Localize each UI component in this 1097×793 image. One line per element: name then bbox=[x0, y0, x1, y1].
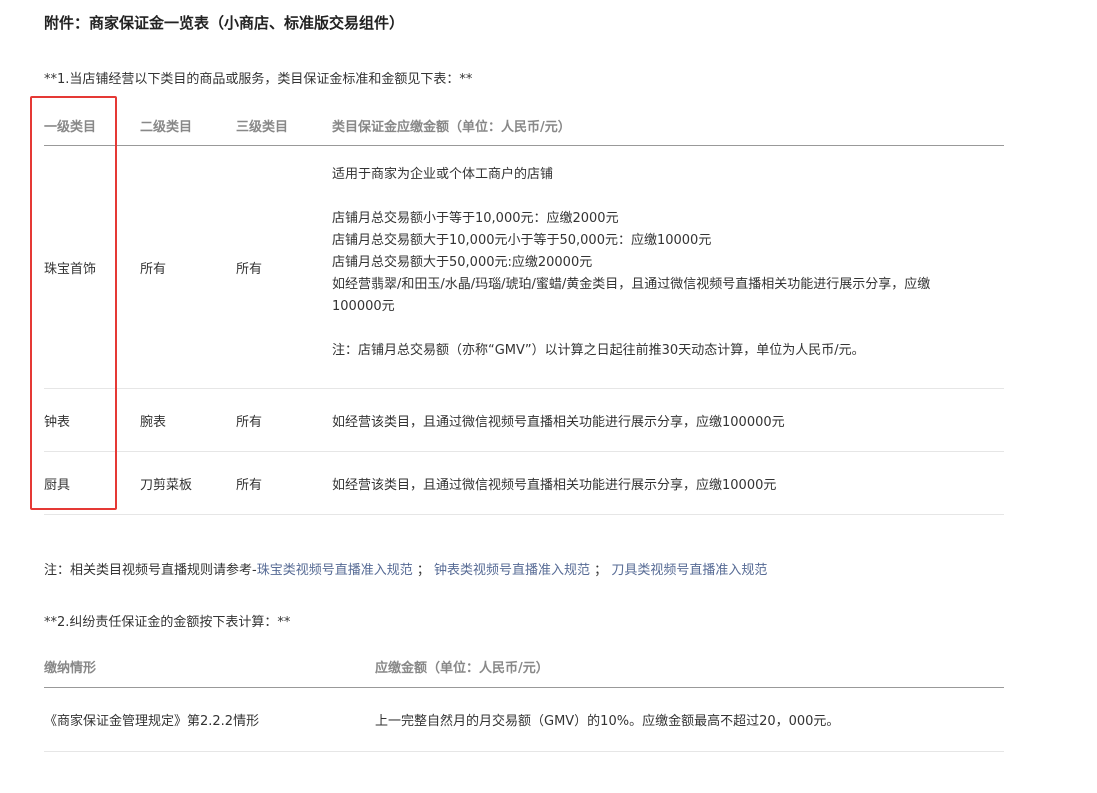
desc-line: 100000元 bbox=[332, 299, 395, 314]
cell-deposit-desc: 适用于商家为企业或个体工商户的店铺 店铺月总交易额小于等于10,000元：应缴2… bbox=[332, 164, 930, 362]
category-deposit-table: 一级类目 二级类目 三级类目 类目保证金应缴金额（单位：人民币/元） 珠宝首饰 … bbox=[44, 108, 1004, 515]
table-row: 厨具 刀剪菜板 所有 如经营该类目，且通过微信视频号直播相关功能进行展示分享，应… bbox=[44, 452, 1004, 515]
header-situation: 缴纳情形 bbox=[44, 661, 97, 676]
cell-level2: 所有 bbox=[140, 262, 167, 277]
page-title: 附件：商家保证金一览表（小商店、标准版交易组件） bbox=[44, 14, 405, 32]
cell-level3: 所有 bbox=[236, 478, 263, 493]
section2-intro: **2.纠纷责任保证金的金额按下表计算：** bbox=[44, 615, 291, 630]
cell-situation: 《商家保证金管理规定》第2.2.2情形 bbox=[44, 714, 260, 729]
desc-line: 注：店铺月总交易额（亦称“GMV”）以计算之日起往前推30天动态计算，单位为人民… bbox=[332, 343, 865, 358]
desc-line bbox=[332, 186, 930, 208]
live-rules-note: 注：相关类目视频号直播规则请参考-珠宝类视频号直播准入规范 ； 钟表类视频号直播… bbox=[44, 559, 767, 578]
section1-intro: **1.当店铺经营以下类目的商品或服务，类目保证金标准和金额见下表：** bbox=[44, 72, 473, 87]
note-prefix: 注：相关类目视频号直播规则请参考- bbox=[44, 563, 257, 578]
cell-deposit-desc: 如经营该类目，且通过微信视频号直播相关功能进行展示分享，应缴100000元 bbox=[332, 415, 785, 430]
desc-line: 店铺月总交易额大于10,000元小于等于50,000元：应缴10000元 bbox=[332, 233, 712, 248]
table-row: 珠宝首饰 所有 所有 适用于商家为企业或个体工商户的店铺 店铺月总交易额小于等于… bbox=[44, 146, 1004, 389]
jewelry-rules-link[interactable]: 珠宝类视频号直播准入规范 bbox=[257, 563, 413, 578]
cell-level2: 腕表 bbox=[140, 415, 167, 430]
desc-line: 店铺月总交易额大于50,000元:应缴20000元 bbox=[332, 255, 593, 270]
header-level3: 三级类目 bbox=[236, 120, 289, 135]
cell-level2: 刀剪菜板 bbox=[140, 478, 193, 493]
dispute-deposit-table: 缴纳情形 应缴金额（单位：人民币/元） 《商家保证金管理规定》第2.2.2情形 … bbox=[44, 650, 1004, 752]
desc-line: 如经营翡翠/和田玉/水晶/玛瑙/琥珀/蜜蜡/黄金类目，且通过微信视频号直播相关功… bbox=[332, 277, 931, 292]
separator: ； bbox=[416, 563, 430, 578]
cell-level3: 所有 bbox=[236, 262, 263, 277]
table-header: 缴纳情形 应缴金额（单位：人民币/元） bbox=[44, 650, 1004, 688]
header-deposit-amount: 类目保证金应缴金额（单位：人民币/元） bbox=[332, 120, 571, 135]
desc-line: 店铺月总交易额小于等于10,000元：应缴2000元 bbox=[332, 211, 619, 226]
cell-deposit-desc: 如经营该类目，且通过微信视频号直播相关功能进行展示分享，应缴10000元 bbox=[332, 478, 777, 493]
table-header: 一级类目 二级类目 三级类目 类目保证金应缴金额（单位：人民币/元） bbox=[44, 108, 1004, 146]
table-row: 钟表 腕表 所有 如经营该类目，且通过微信视频号直播相关功能进行展示分享，应缴1… bbox=[44, 389, 1004, 452]
separator: ； bbox=[594, 563, 608, 578]
watch-rules-link[interactable]: 钟表类视频号直播准入规范 bbox=[434, 563, 590, 578]
header-level2: 二级类目 bbox=[140, 120, 193, 135]
desc-line bbox=[332, 318, 930, 340]
cell-amount: 上一完整自然月的月交易额（GMV）的10%。应缴金额最高不超过20，000元。 bbox=[375, 714, 840, 729]
header-amount: 应缴金额（单位：人民币/元） bbox=[375, 661, 549, 676]
cell-level3: 所有 bbox=[236, 415, 263, 430]
knife-rules-link[interactable]: 刀具类视频号直播准入规范 bbox=[611, 563, 767, 578]
desc-line: 适用于商家为企业或个体工商户的店铺 bbox=[332, 167, 554, 182]
table-row: 《商家保证金管理规定》第2.2.2情形 上一完整自然月的月交易额（GMV）的10… bbox=[44, 688, 1004, 752]
level1-column-highlight bbox=[30, 96, 117, 510]
